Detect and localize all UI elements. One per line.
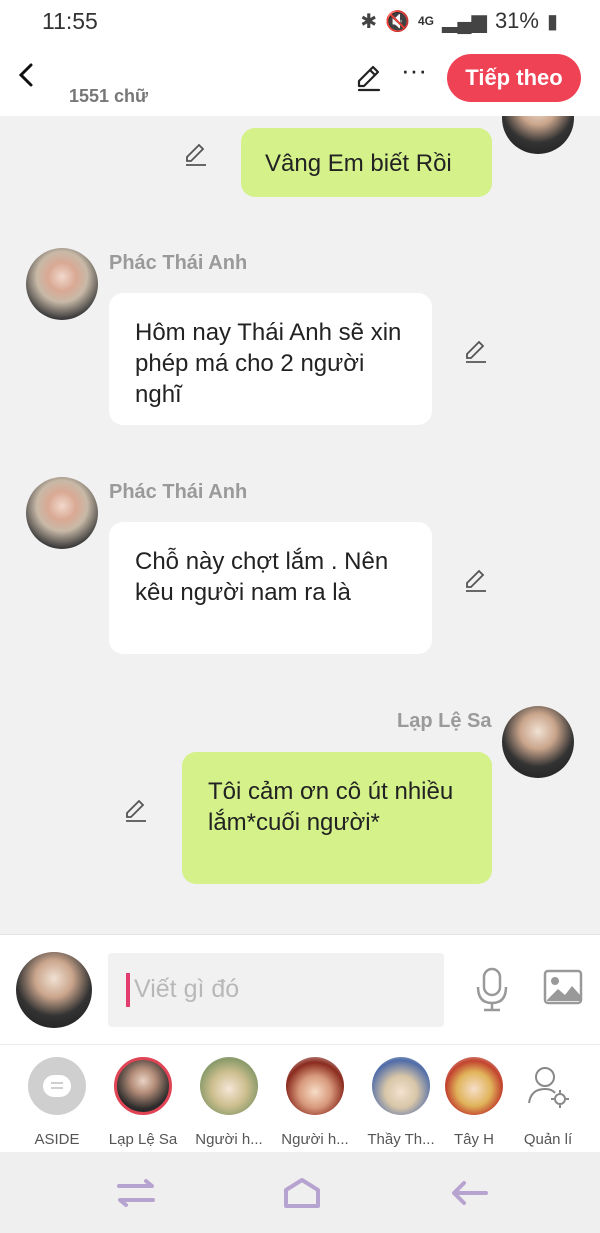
microphone-button[interactable] bbox=[472, 965, 512, 1013]
ellipsis-icon: ··· bbox=[401, 55, 427, 85]
navigation-bar bbox=[0, 1152, 600, 1233]
edit-message-button[interactable] bbox=[182, 140, 210, 168]
sender-name: Lạp Lệ Sa bbox=[397, 710, 492, 732]
message-input[interactable]: Viết gì đó bbox=[108, 953, 444, 1027]
sender-name: Phác Thái Anh bbox=[109, 481, 248, 503]
pencil-icon bbox=[466, 340, 486, 363]
chevron-left-icon bbox=[18, 63, 33, 87]
character-item[interactable]: Thầy Th... bbox=[358, 1057, 444, 1149]
signal-icon: ▂▄▆ bbox=[442, 10, 487, 33]
image-button[interactable] bbox=[542, 967, 584, 1007]
character-aside[interactable]: ASIDE bbox=[14, 1057, 100, 1149]
edit-button[interactable] bbox=[353, 62, 385, 94]
pencil-icon bbox=[186, 143, 206, 166]
avatar[interactable] bbox=[502, 116, 574, 154]
avatar bbox=[445, 1057, 503, 1115]
edit-message-button[interactable] bbox=[122, 796, 150, 824]
character-name: Người h... bbox=[195, 1131, 263, 1148]
edit-message-button[interactable] bbox=[462, 566, 490, 594]
sender-name: Phác Thái Anh bbox=[109, 252, 248, 274]
input-placeholder: Viết gì đó bbox=[134, 975, 240, 1003]
avatar[interactable] bbox=[502, 706, 574, 778]
character-item[interactable]: Tây H bbox=[444, 1057, 504, 1149]
avatar[interactable] bbox=[26, 248, 98, 320]
pencil-icon bbox=[466, 569, 486, 592]
recent-apps-icon bbox=[117, 1179, 155, 1207]
image-icon bbox=[543, 969, 583, 1005]
top-bar: 1551 chữ ··· Tiếp theo bbox=[0, 42, 600, 116]
battery-percent: 31% bbox=[494, 8, 539, 33]
character-name: Lạp Lệ Sa bbox=[108, 1131, 178, 1148]
avatar bbox=[114, 1057, 172, 1115]
mute-icon: 🔇 bbox=[385, 10, 410, 33]
chat-area[interactable]: Vâng Em biết Rồi Phác Thái Anh Hôm nay T… bbox=[0, 116, 600, 934]
message-bubble[interactable]: Vâng Em biết Rồi bbox=[241, 128, 492, 197]
status-bar: 11:55 ✱ 🔇 4G ▂▄▆ 31% ▮ bbox=[0, 0, 600, 42]
pencil-icon bbox=[126, 799, 146, 822]
word-count: 1551 chữ bbox=[69, 86, 149, 106]
recent-apps-button[interactable] bbox=[116, 1176, 156, 1210]
avatar bbox=[200, 1057, 258, 1115]
battery-icon: ▮ bbox=[546, 10, 558, 33]
back-arrow-icon bbox=[452, 1181, 488, 1205]
avatar[interactable] bbox=[26, 477, 98, 549]
home-button[interactable] bbox=[282, 1176, 322, 1210]
back-button[interactable] bbox=[12, 60, 42, 90]
message-bubble[interactable]: Chỗ này chợt lắm . Nên kêu người nam ra … bbox=[109, 522, 432, 654]
character-name: Thầy Th... bbox=[367, 1131, 435, 1148]
character-name: ASIDE bbox=[34, 1131, 80, 1148]
user-settings-icon bbox=[519, 1057, 577, 1115]
bluetooth-icon: ✱ bbox=[360, 10, 378, 33]
microphone-icon bbox=[476, 967, 508, 1012]
avatar bbox=[372, 1057, 430, 1115]
input-bar: Viết gì đó bbox=[0, 934, 600, 1044]
manage-characters-button[interactable]: Quản lí bbox=[505, 1057, 591, 1149]
character-item[interactable]: Người h... bbox=[272, 1057, 358, 1149]
aside-icon bbox=[28, 1057, 86, 1115]
text-caret bbox=[126, 973, 130, 1007]
message-bubble[interactable]: Hôm nay Thái Anh sẽ xin phép má cho 2 ng… bbox=[109, 293, 432, 425]
character-item[interactable]: Người h... bbox=[186, 1057, 272, 1149]
network-type: 4G bbox=[417, 14, 434, 28]
edit-message-button[interactable] bbox=[462, 337, 490, 365]
character-lap-le-sa[interactable]: Lạp Lệ Sa bbox=[100, 1057, 186, 1149]
next-button[interactable]: Tiếp theo bbox=[447, 54, 581, 102]
status-time: 11:55 bbox=[42, 8, 98, 34]
character-name: Quản lí bbox=[523, 1131, 573, 1148]
character-selector: ASIDE Lạp Lệ Sa Người h... Người h... Th… bbox=[0, 1044, 600, 1152]
character-name: Người h... bbox=[281, 1131, 349, 1148]
status-icons: ✱ 🔇 4G ▂▄▆ 31% ▮ bbox=[360, 8, 558, 34]
pencil-icon bbox=[357, 65, 381, 92]
more-options-button[interactable]: ··· bbox=[400, 56, 428, 88]
back-nav-button[interactable] bbox=[450, 1176, 490, 1210]
message-bubble[interactable]: Tôi cảm ơn cô út nhiều lắm*cuối người* bbox=[182, 752, 492, 884]
character-name: Tây H bbox=[453, 1131, 494, 1148]
current-character-avatar[interactable] bbox=[16, 952, 92, 1028]
avatar bbox=[286, 1057, 344, 1115]
home-icon bbox=[284, 1178, 320, 1208]
